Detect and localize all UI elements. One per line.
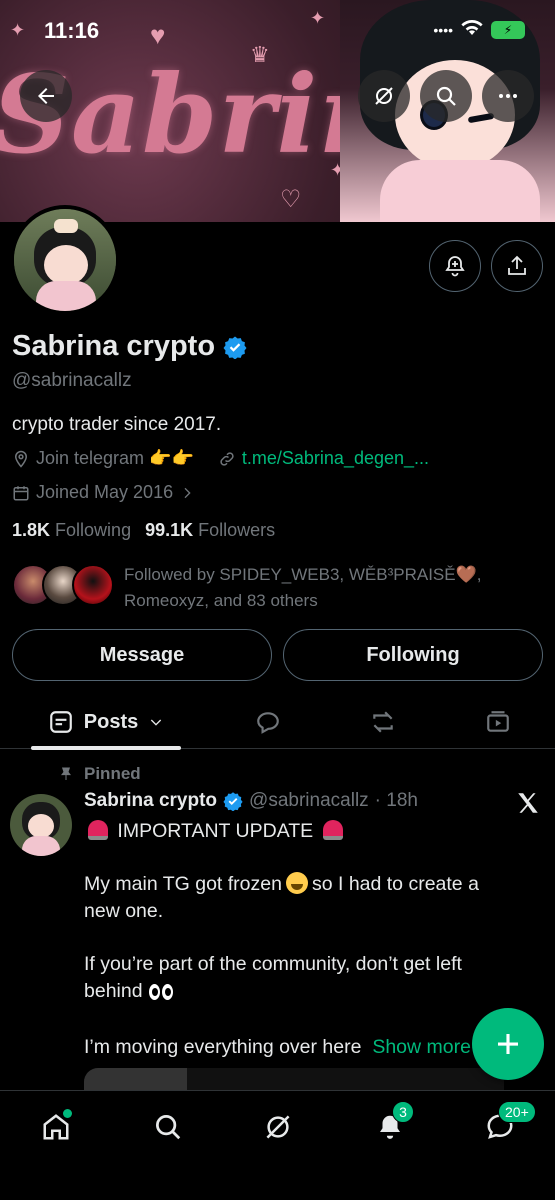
- share-button[interactable]: [491, 240, 543, 292]
- nav-home[interactable]: [36, 1107, 76, 1147]
- verified-badge-icon[interactable]: [223, 335, 247, 359]
- pinned-label: Pinned: [84, 764, 141, 783]
- tab-posts[interactable]: Posts: [31, 695, 181, 750]
- tab-posts-label: Posts: [83, 710, 139, 733]
- grok-icon: [266, 1115, 290, 1139]
- profile-bio: crypto trader since 2017.: [12, 414, 222, 435]
- nav-messages[interactable]: 20+: [480, 1101, 536, 1147]
- post-author-handle[interactable]: @sabrinacallz: [249, 790, 369, 812]
- status-time: 11:16: [44, 18, 100, 43]
- profile-website-link[interactable]: t.me/Sabrina_degen_...: [242, 448, 429, 469]
- profile-location: Join telegram 👉👉: [36, 448, 194, 468]
- grok-button[interactable]: [358, 70, 410, 122]
- post-timestamp: · 18h: [374, 790, 418, 811]
- calendar-icon: [13, 485, 29, 500]
- plus-icon: [498, 1034, 518, 1054]
- notifications-toggle-button[interactable]: [429, 240, 481, 292]
- post-paragraph: If you’re part of the community, don’t g…: [84, 951, 504, 1008]
- following-count-link[interactable]: 1.8K Following: [12, 520, 131, 541]
- more-horizontal-icon: [499, 94, 517, 98]
- reply-bubble-icon: [257, 712, 279, 734]
- post-headline: IMPORTANT UPDATE: [84, 818, 504, 845]
- bottom-navigation: 3 20+: [0, 1090, 555, 1200]
- grok-icon: [375, 87, 393, 105]
- status-bar: 11:16 •••• ⚡: [0, 0, 555, 62]
- location-pin-icon: [14, 450, 28, 468]
- followed-by-text: Followed by SPIDEY_WEB3, WĚB³PRAISĚ🤎, Ro…: [124, 565, 482, 610]
- notifications-badge: 3: [392, 1101, 414, 1123]
- nav-search[interactable]: [148, 1107, 188, 1147]
- pin-icon: [61, 767, 71, 780]
- wifi-icon: [461, 20, 483, 39]
- post-paragraph: I’m moving everything over here Show mor…: [84, 1036, 471, 1058]
- chevron-right-icon[interactable]: [179, 485, 195, 501]
- eyes-emoji-icon: [148, 981, 175, 1008]
- search-icon: [156, 1115, 181, 1140]
- arrow-left-icon: [38, 88, 54, 104]
- joined-date-row: Joined May 2016: [12, 482, 195, 503]
- chevron-down-icon: [151, 719, 162, 726]
- profile-avatar[interactable]: [10, 205, 120, 315]
- share-icon: [508, 255, 526, 275]
- crying-emoji-icon: [285, 872, 308, 894]
- followed-by-avatars: [12, 562, 114, 608]
- post-author-avatar[interactable]: [10, 794, 72, 856]
- post-header: Sabrina crypto @sabrinacallz · 18h: [84, 790, 418, 812]
- tab-media[interactable]: [468, 695, 528, 749]
- message-button[interactable]: Message: [12, 629, 272, 681]
- tab-replies[interactable]: [238, 695, 298, 749]
- search-icon: [436, 86, 456, 106]
- follow-counts: 1.8K Following 99.1K Followers: [12, 520, 275, 541]
- bell-plus-icon: [445, 256, 465, 277]
- followers-count-link[interactable]: 99.1K Followers: [145, 520, 275, 541]
- media-icon: [487, 711, 509, 732]
- x-logo-icon[interactable]: [515, 790, 541, 816]
- posts-icon: [49, 711, 72, 733]
- link-icon: [220, 451, 234, 466]
- tab-active-indicator: [31, 746, 181, 750]
- search-button[interactable]: [420, 70, 472, 122]
- messages-badge: 20+: [498, 1101, 536, 1123]
- nav-grok[interactable]: [258, 1107, 298, 1147]
- pinned-indicator: Pinned: [58, 764, 141, 784]
- profile-name-row: Sabrina crypto: [12, 330, 247, 363]
- following-button[interactable]: Following: [283, 629, 543, 681]
- tab-reposts[interactable]: [353, 695, 413, 749]
- profile-name: Sabrina crypto: [12, 330, 216, 362]
- nav-notifications[interactable]: 3: [370, 1101, 414, 1147]
- profile-handle: @sabrinacallz: [12, 370, 132, 391]
- post-author-name[interactable]: Sabrina crypto: [84, 790, 217, 812]
- status-icons: •••• ⚡: [433, 20, 525, 39]
- home-notification-dot: [63, 1109, 72, 1118]
- profile-joined-date: Joined May 2016: [36, 482, 174, 502]
- siren-emoji-icon: [322, 820, 343, 840]
- profile-meta-row: Join telegram 👉👉 t.me/Sabrina_degen_...: [12, 448, 429, 469]
- battery-icon: ⚡: [491, 20, 525, 39]
- avatar: [72, 564, 114, 606]
- back-button[interactable]: [20, 70, 72, 122]
- verified-badge-icon: [223, 792, 243, 811]
- siren-emoji-icon: [88, 820, 108, 840]
- post-paragraph: My main TG got frozen so I had to create …: [84, 872, 479, 922]
- followed-by-section[interactable]: Followed by SPIDEY_WEB3, WĚB³PRAISĚ🤎, Ro…: [12, 562, 504, 614]
- show-more-link[interactable]: Show more: [372, 1036, 471, 1058]
- repost-icon: [373, 711, 393, 733]
- compose-post-button[interactable]: [472, 1008, 544, 1080]
- profile-tabs: Posts: [0, 695, 555, 750]
- post-body[interactable]: IMPORTANT UPDATE My main TG got frozen so…: [84, 818, 504, 1087]
- signal-icon: ••••: [433, 21, 453, 38]
- heart-decoration: ♡: [280, 186, 302, 213]
- more-options-button[interactable]: [482, 70, 534, 122]
